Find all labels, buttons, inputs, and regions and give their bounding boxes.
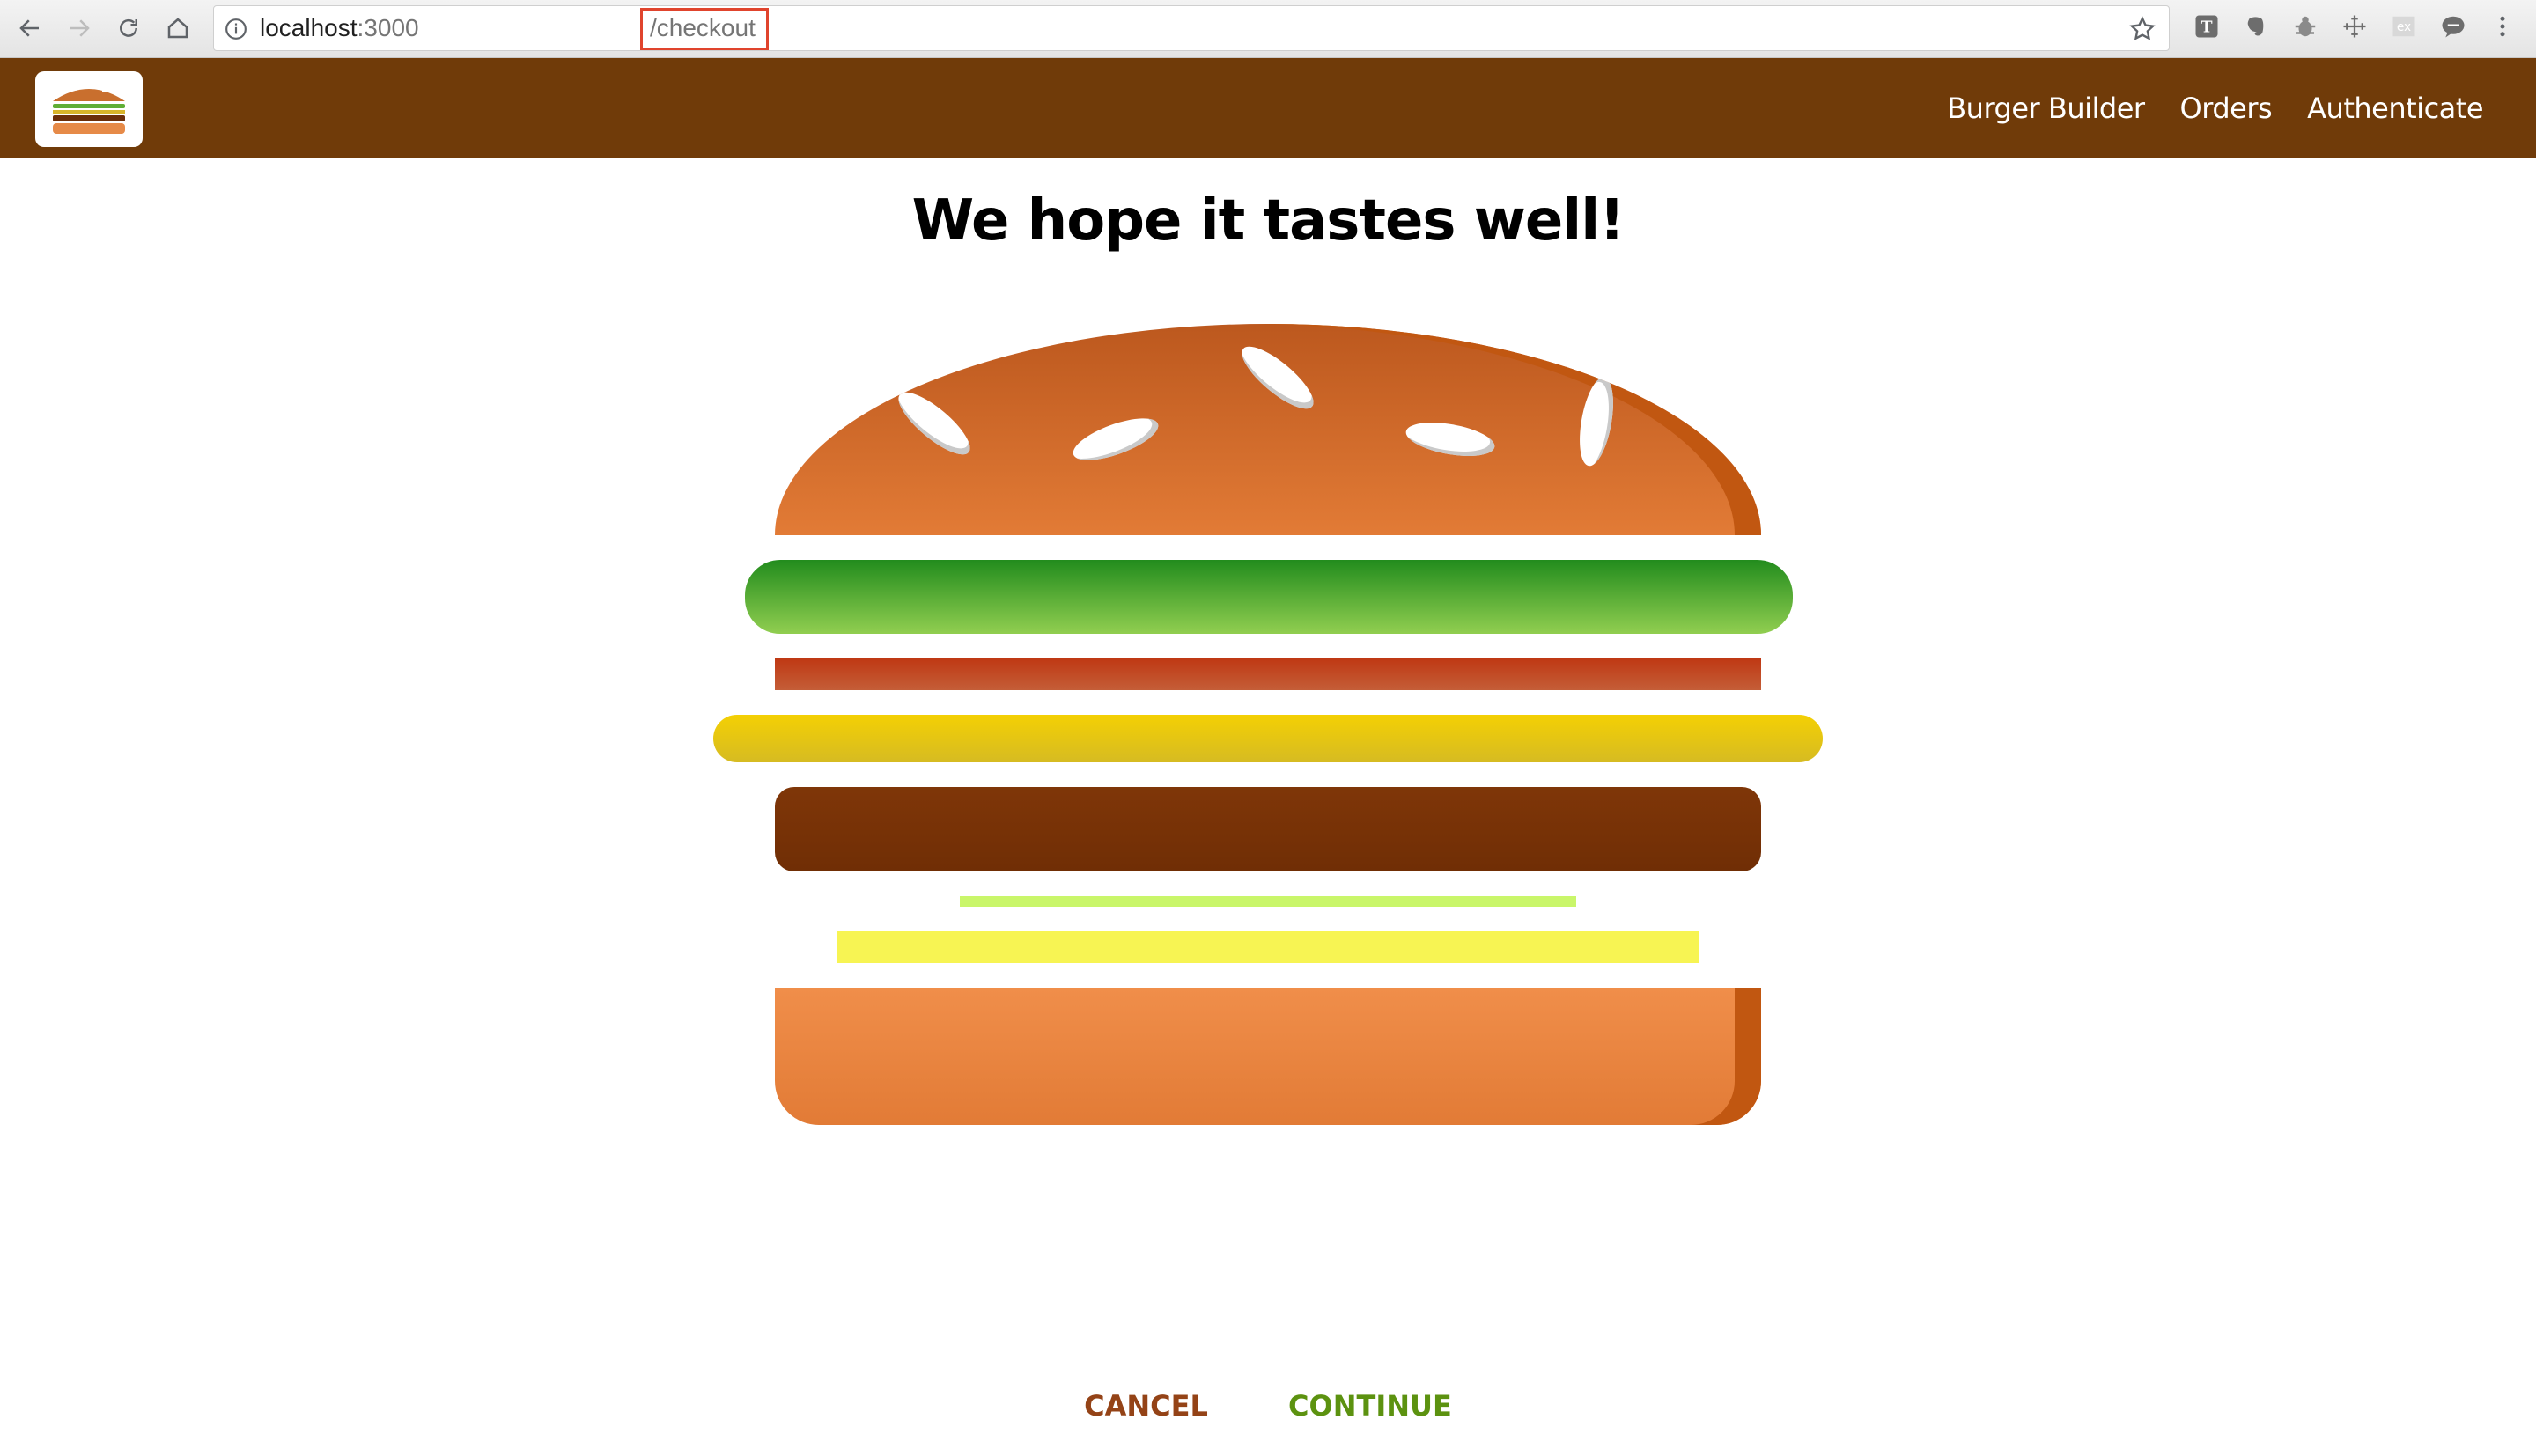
nav-burger-builder[interactable]: Burger Builder — [1947, 92, 2145, 125]
reload-icon[interactable] — [111, 11, 146, 46]
sesame-seed — [1234, 337, 1322, 418]
salad-layer — [745, 560, 1793, 634]
svg-text:T: T — [2201, 18, 2212, 36]
app-toolbar: Burger Builder Orders Authenticate — [0, 58, 2536, 158]
typora-icon[interactable]: T — [2193, 12, 2221, 40]
bread-bottom — [775, 988, 1761, 1125]
url-host: localhost:3000 — [260, 14, 419, 41]
menu-dots-icon[interactable] — [2488, 12, 2517, 40]
bookmark-star-icon[interactable] — [2128, 15, 2156, 43]
sesame-seed — [1068, 409, 1163, 469]
continue-button[interactable]: CONTINUE — [1288, 1389, 1452, 1423]
browser-chrome: localhost:3000 /checkout T ex — [0, 0, 2536, 58]
mustard-layer — [837, 931, 1699, 963]
url-port: :3000 — [357, 14, 419, 41]
bug-icon[interactable] — [2291, 12, 2319, 40]
bread-top — [775, 324, 1761, 535]
nav-authenticate[interactable]: Authenticate — [2307, 92, 2483, 125]
cancel-button[interactable]: CANCEL — [1084, 1389, 1208, 1423]
address-bar[interactable]: localhost:3000 /checkout — [213, 5, 2170, 51]
meat-layer — [775, 787, 1761, 871]
sesame-seed — [1403, 416, 1498, 462]
home-icon[interactable] — [160, 11, 195, 46]
svg-text:ex: ex — [2397, 20, 2411, 34]
measure-icon[interactable] — [2341, 12, 2369, 40]
url-path-highlight: /checkout — [640, 8, 769, 50]
info-icon[interactable] — [225, 18, 247, 40]
cheese-layer — [713, 715, 1823, 762]
checkout-actions: CANCEL CONTINUE — [0, 1389, 2536, 1423]
sesame-seed — [1574, 374, 1619, 469]
evernote-icon[interactable] — [2242, 12, 2270, 40]
checkout-heading: We hope it tastes well! — [911, 188, 1626, 254]
bacon-layer — [775, 658, 1761, 690]
ex-icon[interactable]: ex — [2390, 12, 2418, 40]
burger-logo-icon[interactable] — [35, 71, 143, 147]
main-nav: Burger Builder Orders Authenticate — [1912, 58, 2483, 158]
pickle-layer — [960, 896, 1576, 907]
back-icon[interactable] — [12, 11, 48, 46]
sesame-seed — [890, 383, 978, 464]
chat-icon[interactable] — [2439, 12, 2467, 40]
nav-orders[interactable]: Orders — [2180, 92, 2273, 125]
forward-icon[interactable] — [62, 11, 97, 46]
